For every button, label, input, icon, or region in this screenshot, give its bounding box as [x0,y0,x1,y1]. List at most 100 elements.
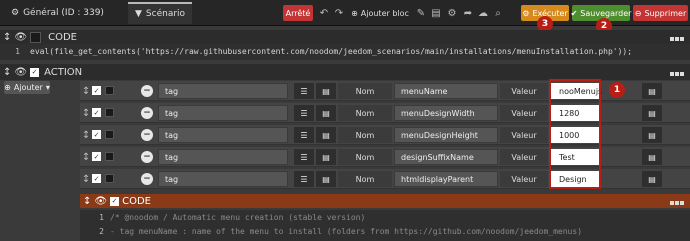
delete-label: Supprimer [644,8,687,18]
remove-row-icon[interactable]: − [141,173,153,185]
list-icon[interactable]: ☰ [294,171,314,187]
filter-icon: ▼ [135,9,142,19]
row-enable-checkbox[interactable]: ✓ [92,130,101,139]
list-icon[interactable]: ☰ [294,149,314,165]
block-enable-checkbox[interactable]: ✓ [110,196,120,206]
move-icon[interactable]: ↕ [82,129,90,141]
table-icon[interactable]: ▤ [642,83,662,99]
table-icon[interactable]: ▤ [316,105,336,121]
code-block-header: ↕ 👁 CODE [0,30,690,44]
row-option-checkbox[interactable] [105,130,114,139]
row-enable-checkbox[interactable]: ✓ [92,86,101,95]
copy-icons[interactable] [669,68,684,79]
command-input[interactable]: tag [158,149,288,165]
row-option-checkbox[interactable] [105,152,114,161]
move-icon[interactable]: ↕ [82,107,90,119]
name-input[interactable]: htmldisplayParent [394,171,498,187]
name-input[interactable]: menuName [394,83,498,99]
value-label: Valeur [500,83,548,99]
copy-icons[interactable] [669,33,684,44]
table-icon[interactable]: ▤ [316,149,336,165]
name-input[interactable]: designSuffixName [394,149,498,165]
table-icon[interactable]: ▤ [642,171,662,187]
remove-row-icon[interactable]: − [141,85,153,97]
row-enable-checkbox[interactable]: ✓ [92,152,101,161]
row-option-checkbox[interactable] [105,108,114,117]
command-input[interactable]: tag [158,171,288,187]
move-icon[interactable]: ↕ [82,85,90,97]
name-label: Nom [338,127,392,143]
code-editor[interactable]: 1 eval(file_get_contents('https://raw.gi… [0,44,690,60]
share-icon[interactable]: ➦ [462,5,474,21]
list-icon[interactable]: ☰ [294,127,314,143]
search-icon[interactable]: ⌕ [492,5,504,21]
code-block-2-title: CODE [122,195,151,207]
block-enable-checkbox[interactable] [30,31,42,43]
settings-icon[interactable]: ⚙ [446,5,458,21]
state-badge: Arrêté [283,5,313,21]
row-enable-checkbox[interactable]: ✓ [92,108,101,117]
add-dropdown-label: Ajouter [13,83,43,92]
action-block-header: ↕ 👁 ✓ ACTION [0,64,690,80]
code-line: /* @noodom / Automatic menu creation (st… [110,213,366,222]
undo-icon[interactable]: ↶ [318,5,330,21]
code-editor-2[interactable]: 1 /* @noodom / Automatic menu creation (… [80,210,690,241]
remove-row-icon[interactable]: − [141,129,153,141]
eye-icon[interactable]: 👁 [14,32,27,43]
check-circle-icon: ✔ [570,8,578,18]
move-icon[interactable]: ↕ [3,32,11,43]
eye-icon[interactable]: 👁 [14,67,27,78]
table-icon[interactable]: ▤ [316,127,336,143]
row-option-checkbox[interactable] [105,174,114,183]
name-label: Nom [338,105,392,121]
move-icon[interactable]: ↕ [82,151,90,163]
cloud-icon[interactable]: ☁ [477,5,489,21]
table-icon[interactable]: ▤ [642,105,662,121]
code-block-2-header: ↕ 👁 ✓ CODE [80,194,690,208]
row-enable-checkbox[interactable]: ✓ [92,174,101,183]
remove-row-icon[interactable]: − [141,151,153,163]
add-block-label: Ajouter bloc [360,8,409,18]
row-option-checkbox[interactable] [105,86,114,95]
action-block-title: ACTION [44,66,83,78]
plus-circle-icon: ⊕ [4,83,11,92]
list-icon[interactable]: ☰ [294,105,314,121]
name-input[interactable]: menuDesignWidth [394,105,498,121]
copy-icons[interactable] [669,197,684,208]
eye-icon[interactable]: 👁 [94,196,107,207]
add-dropdown-button[interactable]: ⊕ Ajouter ▾ [4,81,50,94]
redo-icon[interactable]: ↷ [333,5,345,21]
name-label: Nom [338,149,392,165]
plus-circle-icon: ⊕ [351,8,358,18]
code-block-title: CODE [48,31,77,43]
clipboard-icon[interactable]: ▤ [430,5,442,21]
remove-row-icon[interactable]: − [141,107,153,119]
command-input[interactable]: tag [158,127,288,143]
line-number: 1 [99,213,104,222]
command-input[interactable]: tag [158,105,288,121]
tab-scenario-label: Scénario [145,9,186,19]
move-icon[interactable]: ↕ [82,173,90,185]
value-label: Valeur [500,127,548,143]
list-icon[interactable]: ☰ [294,83,314,99]
tab-scenario[interactable]: ▼ Scénario [128,2,193,24]
table-icon[interactable]: ▤ [642,127,662,143]
block-enable-checkbox[interactable]: ✓ [30,67,40,77]
code-line: - tag menuName : name of the menu to ins… [110,227,583,236]
table-icon[interactable]: ▤ [316,83,336,99]
move-icon[interactable]: ↕ [83,196,91,207]
gear-icon: ⚙ [11,8,20,18]
edit-icon[interactable]: ✎ [415,5,427,21]
tab-general[interactable]: ⚙ Général (ID : 339) [4,2,111,24]
move-icon[interactable]: ↕ [3,67,11,78]
command-input[interactable]: tag [158,83,288,99]
line-number: 2 [99,227,104,236]
table-icon[interactable]: ▤ [316,171,336,187]
table-icon[interactable]: ▤ [642,149,662,165]
caret-down-icon: ▾ [45,83,50,92]
value-label: Valeur [500,171,548,187]
code-line: eval(file_get_contents('https://raw.gith… [30,47,633,56]
name-input[interactable]: menuDesignHeight [394,127,498,143]
delete-button[interactable]: ⊖ Supprimer [633,5,688,21]
add-block-button[interactable]: ⊕ Ajouter bloc [350,5,410,21]
